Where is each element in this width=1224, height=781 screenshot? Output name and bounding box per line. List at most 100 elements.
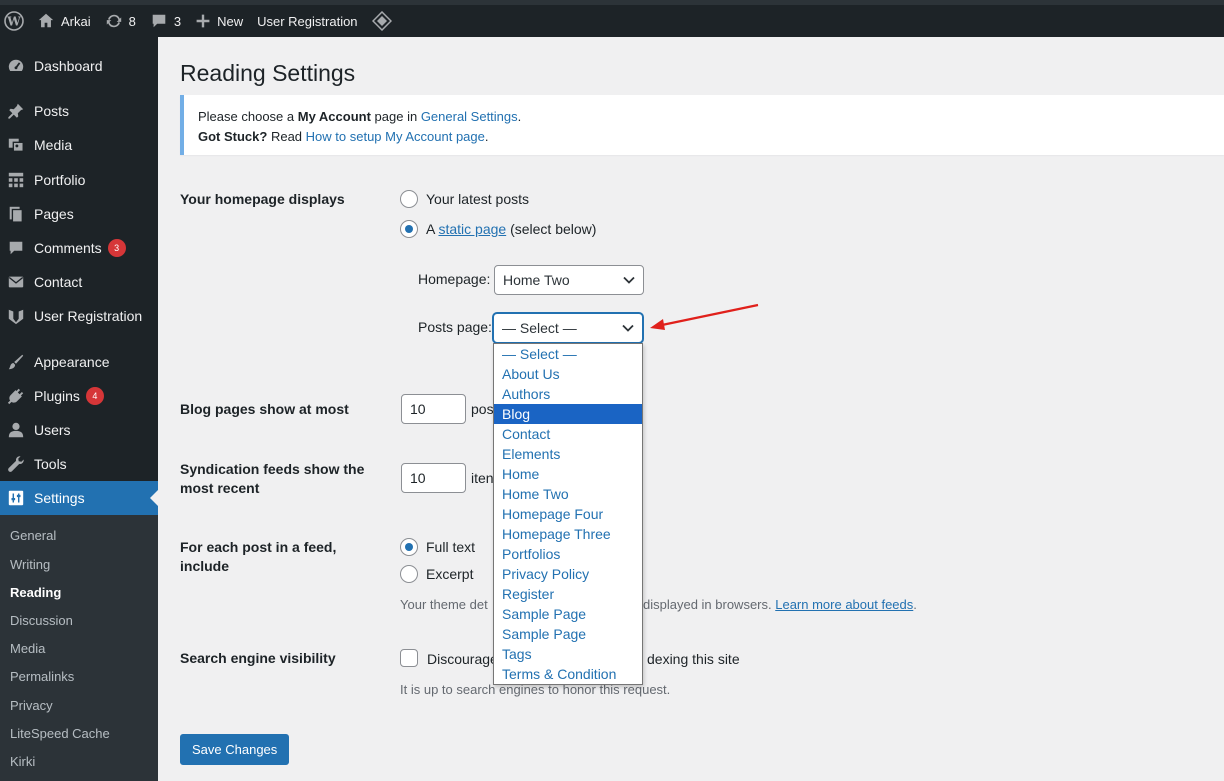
- submenu-privacy[interactable]: Privacy: [10, 698, 53, 713]
- dropdown-option[interactable]: Portfolios: [494, 544, 642, 564]
- full-text-label: Full text: [426, 539, 476, 555]
- homepage-select-label: Homepage:: [418, 271, 491, 287]
- user-registration-link[interactable]: User Registration: [250, 5, 364, 37]
- static-page-link[interactable]: static page: [438, 221, 506, 237]
- latest-posts-label: Your latest posts: [426, 191, 529, 207]
- new-content-link[interactable]: New: [188, 5, 250, 37]
- menu-users[interactable]: Users: [0, 413, 158, 447]
- submenu-media[interactable]: Media: [10, 641, 45, 656]
- submenu-general[interactable]: General: [10, 528, 56, 543]
- settings-submenu: General Writing Reading Discussion Media…: [0, 515, 158, 781]
- plugin-diamond-icon: [371, 11, 392, 31]
- dropdown-option[interactable]: Register: [494, 584, 642, 604]
- current-menu-arrow: [150, 490, 158, 506]
- excerpt-label: Excerpt: [426, 566, 474, 582]
- posts-page-select-value: — Select —: [502, 320, 577, 336]
- dropdown-option[interactable]: About Us: [494, 364, 642, 384]
- latest-posts-radio[interactable]: [400, 190, 418, 208]
- menu-label: Tools: [34, 456, 67, 472]
- submenu-litespeed-cache[interactable]: LiteSpeed Cache: [10, 726, 110, 741]
- dropdown-option[interactable]: Blog: [494, 404, 642, 424]
- pin-icon: [6, 101, 26, 121]
- menu-tools[interactable]: Tools: [0, 447, 158, 481]
- dropdown-option[interactable]: Tags: [494, 644, 642, 664]
- menu-label: Settings: [34, 490, 85, 506]
- menu-comments[interactable]: Comments 3: [0, 231, 158, 265]
- wrench-icon: [6, 454, 26, 474]
- dropdown-option[interactable]: Contact: [494, 424, 642, 444]
- notice-line-2: Got Stuck? Read How to setup My Account …: [198, 127, 1210, 147]
- posts-per-page-input[interactable]: 10: [401, 394, 466, 424]
- dropdown-option[interactable]: Homepage Four: [494, 504, 642, 524]
- submenu-kirki[interactable]: Kirki: [10, 754, 35, 769]
- brush-icon: [6, 352, 26, 372]
- menu-label: Appearance: [34, 354, 110, 370]
- dropdown-option[interactable]: — Select —: [494, 344, 642, 364]
- dropdown-option[interactable]: Terms & Condition: [494, 664, 642, 684]
- save-changes-button[interactable]: Save Changes: [180, 734, 290, 765]
- wordpress-logo-button[interactable]: W: [0, 5, 30, 37]
- feed-include-label: For each post in a feed, include: [180, 539, 337, 574]
- feed-description-text: .: [913, 597, 917, 612]
- feed-description-end: displayed in browsers. Learn more about …: [643, 597, 917, 612]
- dropdown-option[interactable]: Homepage Three: [494, 524, 642, 544]
- admin-sidebar: Dashboard Posts Media Portfolio Pages Co…: [0, 37, 158, 781]
- menu-settings[interactable]: Settings: [0, 481, 158, 515]
- menu-plugins[interactable]: Plugins 4: [0, 379, 158, 413]
- static-page-radio[interactable]: [400, 220, 418, 238]
- dropdown-option[interactable]: Sample Page: [494, 624, 642, 644]
- dropdown-option[interactable]: Elements: [494, 444, 642, 464]
- general-settings-link[interactable]: General Settings: [421, 109, 518, 124]
- menu-label: Portfolio: [34, 172, 86, 188]
- submenu-permalinks[interactable]: Permalinks: [10, 669, 74, 684]
- menu-appearance[interactable]: Appearance: [0, 345, 158, 379]
- submenu-reading[interactable]: Reading: [10, 585, 61, 600]
- excerpt-radio[interactable]: [400, 565, 418, 583]
- user-registration-icon: [6, 306, 26, 326]
- posts-page-select[interactable]: — Select —: [493, 313, 643, 343]
- dropdown-option[interactable]: Home Two: [494, 484, 642, 504]
- posts-per-page-suffix: pos: [471, 401, 494, 417]
- notice-text: .: [517, 109, 522, 124]
- full-text-radio[interactable]: [400, 538, 418, 556]
- submenu-writing[interactable]: Writing: [10, 557, 50, 572]
- dropdown-option[interactable]: Privacy Policy: [494, 564, 642, 584]
- menu-label: Comments: [34, 240, 102, 256]
- menu-dashboard[interactable]: Dashboard: [0, 49, 158, 83]
- learn-more-feeds-link[interactable]: Learn more about feeds: [775, 597, 913, 612]
- site-name: Arkai: [61, 13, 91, 29]
- static-page-prefix: A: [426, 221, 439, 237]
- dashboard-icon: [6, 56, 26, 76]
- menu-label: Contact: [34, 274, 83, 290]
- updates-icon: [106, 14, 121, 28]
- menu-user-registration[interactable]: User Registration: [0, 299, 158, 333]
- chevron-down-icon: [622, 324, 634, 332]
- comments-count: 3: [173, 13, 182, 29]
- plugin-diamond-button[interactable]: [365, 5, 399, 37]
- menu-label: Media: [34, 137, 73, 153]
- menu-pages[interactable]: Pages: [0, 197, 158, 231]
- menu-media[interactable]: Media: [0, 128, 158, 162]
- portfolio-icon: [6, 170, 26, 190]
- dropdown-option[interactable]: Authors: [494, 384, 642, 404]
- homepage-select[interactable]: Home Two: [494, 265, 644, 295]
- feed-items-input[interactable]: 10: [401, 463, 466, 493]
- dropdown-option[interactable]: Sample Page: [494, 604, 642, 624]
- discourage-search-checkbox[interactable]: [400, 649, 418, 667]
- menu-portfolio[interactable]: Portfolio: [0, 163, 158, 197]
- static-page-suffix: (select below): [506, 221, 597, 237]
- submenu-discussion[interactable]: Discussion: [10, 613, 73, 628]
- comments-link[interactable]: 3: [143, 5, 188, 37]
- site-name-link[interactable]: Arkai: [30, 5, 98, 37]
- comments-badge: 3: [107, 239, 126, 257]
- static-page-label: A static page (select below): [426, 221, 596, 237]
- menu-posts[interactable]: Posts: [0, 94, 158, 128]
- feed-description-start: Your theme det: [400, 597, 488, 612]
- discourage-label-start: Discourage: [427, 651, 498, 667]
- menu-contact[interactable]: Contact: [0, 265, 158, 299]
- setup-my-account-link[interactable]: How to setup My Account page: [306, 129, 485, 144]
- updates-link[interactable]: 8: [98, 5, 143, 37]
- dropdown-option[interactable]: Home: [494, 464, 642, 484]
- discourage-label-end: dexing this site: [647, 651, 740, 667]
- svg-text:W: W: [6, 15, 21, 29]
